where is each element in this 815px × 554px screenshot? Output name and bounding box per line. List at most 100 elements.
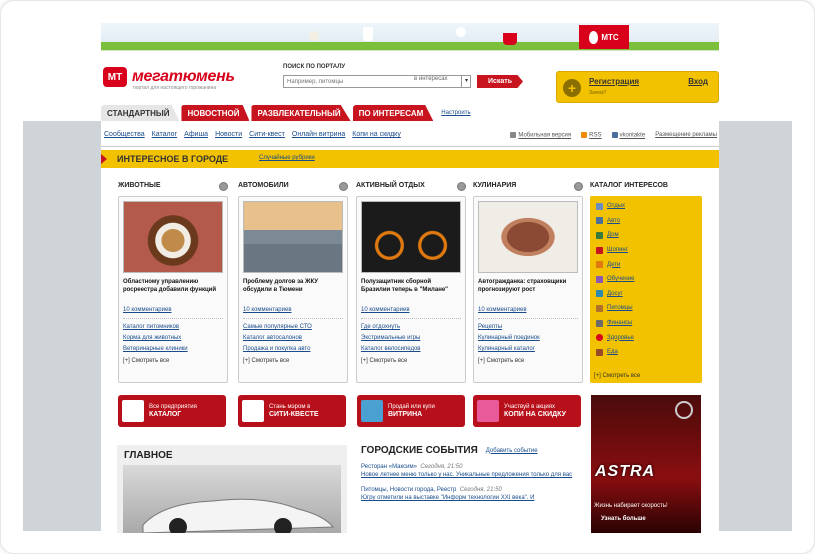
add-event-link[interactable]: Добавить событие: [486, 448, 538, 454]
login-link[interactable]: Вход: [688, 77, 708, 86]
opel-astra-ad[interactable]: ASTRA Жизнь набирает скорость! Узнать бо…: [591, 395, 701, 533]
chevron-down-icon[interactable]: ▾: [461, 76, 471, 87]
site-logo[interactable]: МТ мегатюмень портал для настоящего горо…: [103, 67, 235, 91]
tab-interests[interactable]: ПО ИНТЕРЕСАМ: [352, 105, 434, 121]
list-item[interactable]: Ветеринарные клиники: [123, 344, 223, 355]
comments-link[interactable]: 10 комментариев: [361, 307, 461, 313]
nav-link-news[interactable]: Новости: [215, 131, 242, 138]
view-all-link[interactable]: [+] Смотреть все: [123, 358, 223, 364]
list-item[interactable]: Каталог питомников: [123, 322, 223, 333]
promo-city-quest-button[interactable]: Стань мэром в СИТИ-КВЕСТЕ: [238, 395, 346, 427]
car-image[interactable]: [243, 201, 343, 273]
tab-standard[interactable]: СТАНДАРТНЫЙ: [101, 105, 180, 121]
food-icon: [596, 348, 603, 356]
settings-icon[interactable]: [339, 182, 348, 191]
list-item[interactable]: Кулинарный поединок: [478, 333, 578, 344]
search-button[interactable]: Искать: [477, 75, 523, 88]
nav-link-online-showcase[interactable]: Онлайн витрина: [292, 131, 345, 138]
catalog-item-rest[interactable]: Отдых: [596, 199, 696, 214]
events-title: ГОРОДСКИЕ СОБЫТИЯ: [361, 445, 478, 456]
ad-brand: ASTRA: [595, 463, 656, 480]
catalog-item-pets[interactable]: Питомцы: [596, 301, 696, 316]
catalog-item-food[interactable]: Еда: [596, 345, 696, 360]
nav-link-discount[interactable]: Копи на скидку: [352, 131, 401, 138]
register-link[interactable]: Регистрация: [589, 77, 639, 86]
nav-link-communities[interactable]: Сообщества: [104, 131, 145, 138]
view-all-link[interactable]: [+] Смотреть все: [243, 358, 343, 364]
random-rubrics-link[interactable]: Случайные рубрики: [259, 155, 315, 161]
mobile-version-link[interactable]: Мобильная версия: [518, 133, 571, 139]
view-all-link[interactable]: [+] Смотреть все: [478, 358, 578, 364]
list-item[interactable]: Рецепты: [478, 322, 578, 333]
list-item[interactable]: Кулинарный каталог: [478, 344, 578, 355]
vk-icon: [611, 132, 618, 138]
advertising-link[interactable]: Размещение рекламы: [655, 132, 717, 138]
tab-news[interactable]: НОВОСТНОЙ: [181, 105, 250, 121]
view-all-link[interactable]: [+] Смотреть все: [594, 373, 640, 379]
why-register-link[interactable]: Зачем?: [589, 90, 606, 96]
article-caption[interactable]: Проблему долгов за ЖКУ обсудили в Тюмени: [243, 278, 343, 304]
column-active-rest: АКТИВНЫЙ ОТДЫХ Полузащитник сборной Браз…: [356, 182, 466, 383]
nav-link-city-quest[interactable]: Сити-квест: [249, 131, 285, 138]
catalog-item-shopping[interactable]: Шопинг: [596, 243, 696, 258]
catalog-box: Отдых Авто Дом Шопинг Дети Обучение Досу…: [590, 196, 702, 383]
shopping-bag-icon: [596, 246, 603, 254]
event-text-link[interactable]: Новое летнее меню только у нас. Уникальн…: [361, 471, 581, 479]
settings-icon[interactable]: [574, 182, 583, 191]
catalog-item-home[interactable]: Дом: [596, 228, 696, 243]
catalog-item-education[interactable]: Обучение: [596, 272, 696, 287]
search-scope-select[interactable]: в интересах: [414, 76, 448, 82]
top-banner-ad[interactable]: МТС: [101, 23, 719, 51]
list-item[interactable]: Экстримальные игры: [361, 333, 461, 344]
tab-entertainment[interactable]: РАЗВЛЕКАТЕЛЬНЫЙ: [251, 105, 351, 121]
catalog-item-kids[interactable]: Дети: [596, 257, 696, 272]
nav-link-catalog[interactable]: Каталог: [152, 131, 177, 138]
list-item[interactable]: Продажа и покупка авто: [243, 344, 343, 355]
bicycle-image[interactable]: [361, 201, 461, 273]
plus-icon[interactable]: +: [563, 79, 581, 97]
column-title: АКТИВНЫЙ ОТДЫХ: [356, 182, 425, 189]
list-item[interactable]: Каталог автосалонов: [243, 333, 343, 344]
catalog-item-health[interactable]: Здоровье: [596, 330, 696, 345]
main-car-image[interactable]: [123, 465, 341, 533]
basket-icon: [361, 400, 383, 422]
nav-link-afisha[interactable]: Афиша: [184, 131, 208, 138]
nav-right: Мобильная версия RSS vkontakte Размещени…: [510, 132, 717, 139]
mts-egg-icon: [589, 30, 599, 44]
list-item[interactable]: Самые популярные СТО: [243, 322, 343, 333]
event-time: Сегодня, 21:50: [459, 487, 502, 493]
banner-cup-icon: [503, 33, 517, 45]
promo-showcase-button[interactable]: Продай или купи ВИТРИНА: [357, 395, 465, 427]
divider: [361, 318, 461, 319]
settings-icon[interactable]: [219, 182, 228, 191]
ad-more-link[interactable]: Узнать больше: [601, 516, 646, 522]
customize-link[interactable]: Настроить: [441, 110, 470, 116]
event-place-link[interactable]: Ресторан «Максим»: [361, 464, 417, 470]
vk-link[interactable]: vkontakte: [620, 133, 646, 139]
list-item[interactable]: Каталог велосипедов: [361, 344, 461, 355]
promo-catalog-button[interactable]: Все предприятия КАТАЛОГ: [118, 395, 226, 427]
dog-image[interactable]: [123, 201, 223, 273]
view-all-link[interactable]: [+] Смотреть все: [361, 358, 461, 364]
catalog-item-finance[interactable]: Финансы: [596, 316, 696, 331]
catalog-item-auto[interactable]: Авто: [596, 214, 696, 229]
article-caption[interactable]: Областному управлению росреестра добавил…: [123, 278, 223, 304]
event-text-link[interactable]: Югру отметили на выставке "Информ технол…: [361, 494, 581, 502]
comments-link[interactable]: 10 комментариев: [478, 307, 578, 313]
column-card: Областному управлению росреестра добавил…: [118, 196, 228, 383]
catalog-item-leisure[interactable]: Досуг: [596, 287, 696, 302]
settings-icon[interactable]: [457, 182, 466, 191]
list-item[interactable]: Где отдохнуть: [361, 322, 461, 333]
article-caption[interactable]: Полузащитник сборной Бразилии теперь в "…: [361, 278, 461, 304]
article-caption[interactable]: Автогражданка: страховщики прогнозируют …: [478, 278, 578, 304]
list-item[interactable]: Корма для животных: [123, 333, 223, 344]
comments-link[interactable]: 10 комментариев: [123, 307, 223, 313]
promo-discount-button[interactable]: Участвуй в акциях КОПИ НА СКИДКУ: [473, 395, 581, 427]
interests-catalog: КАТАЛОГ ИНТЕРЕСОВ Отдых Авто Дом Шопинг …: [590, 182, 702, 383]
rest-icon: [596, 202, 603, 210]
comments-link[interactable]: 10 комментариев: [243, 307, 343, 313]
event-place-link[interactable]: Питомцы, Новости города, Реестр: [361, 487, 456, 493]
education-icon: [596, 275, 603, 283]
cake-image[interactable]: [478, 201, 578, 273]
rss-link[interactable]: RSS: [589, 133, 601, 139]
